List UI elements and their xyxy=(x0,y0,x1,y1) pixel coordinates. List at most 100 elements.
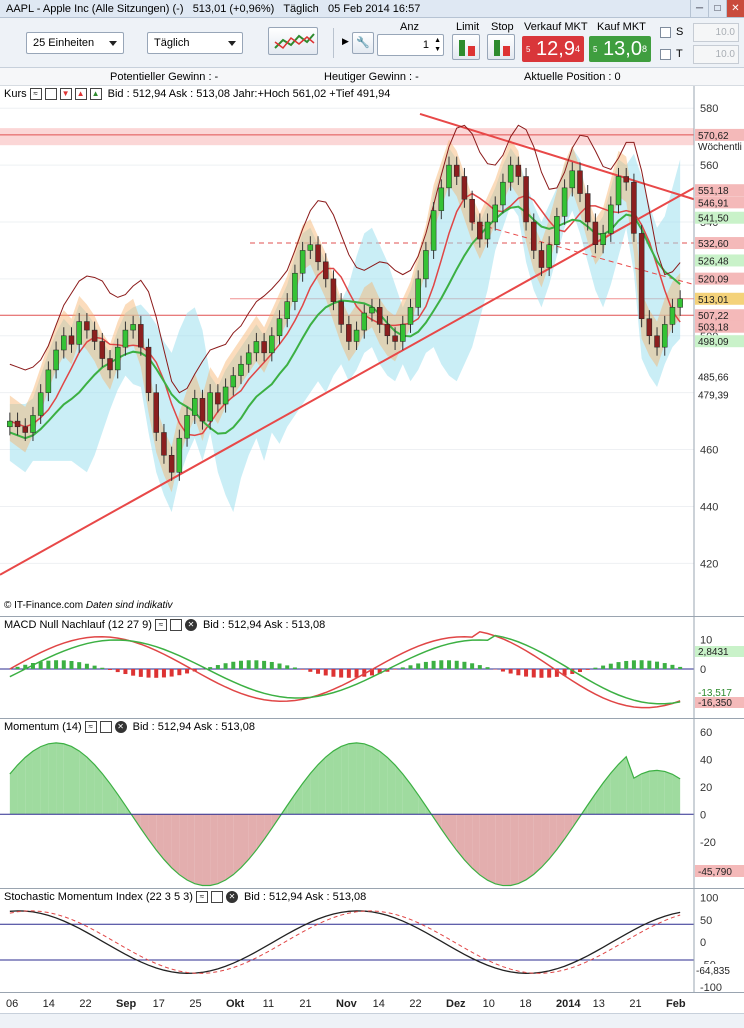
minimize-icon[interactable]: ─ xyxy=(690,0,708,17)
momentum-area xyxy=(194,814,203,886)
x-tick-label: Nov xyxy=(336,998,358,1010)
x-tick-label: Okt xyxy=(226,998,245,1010)
close-icon[interactable]: ✕ xyxy=(726,0,744,17)
momentum-area xyxy=(487,814,496,884)
limit-label: Limit xyxy=(456,21,480,33)
histogram-bar xyxy=(647,660,652,669)
candle-body xyxy=(392,335,398,342)
window-icon[interactable] xyxy=(99,721,112,733)
candle-body xyxy=(207,392,213,422)
momentum-area xyxy=(156,814,164,860)
instrument-name: AAPL - Apple Inc (Alle Sitzungen) (-) xyxy=(6,2,184,15)
stop-order-button[interactable] xyxy=(487,34,515,60)
chevron-down-icon xyxy=(109,41,117,46)
y-tick-label: 0 xyxy=(700,664,706,676)
smi-panel-header: Stochastic Momentum Index (22 3 5 3) ≈ ✕… xyxy=(0,889,371,905)
wrench-icon[interactable]: ≈ xyxy=(84,721,97,733)
buy-price: 13,0 xyxy=(603,37,642,60)
histogram-bar xyxy=(115,669,120,673)
candle-body xyxy=(168,454,175,473)
candle-body xyxy=(315,244,321,263)
momentum-area xyxy=(202,814,211,886)
t-checkbox[interactable] xyxy=(660,49,671,60)
momentum-area xyxy=(649,770,658,815)
candle-body xyxy=(623,176,629,183)
y-tick-label: 0 xyxy=(700,809,706,821)
smi-panel: 100500-50-100-64,835 Stochastic Momentum… xyxy=(0,889,744,993)
candle-body xyxy=(584,193,591,223)
sell-market-button[interactable]: 5 12,9 4 xyxy=(522,36,584,62)
wrench-icon[interactable]: ≈ xyxy=(195,891,208,903)
candle-body xyxy=(114,346,121,371)
candle-body xyxy=(192,398,198,416)
x-tick-label: 13 xyxy=(593,998,605,1010)
momentum-area xyxy=(25,751,33,815)
candle-body xyxy=(91,329,98,342)
histogram-bar xyxy=(208,667,213,669)
s-value: 10.0 xyxy=(715,27,735,38)
momentum-panel-label: Momentum (14) xyxy=(4,721,82,733)
histogram-bar xyxy=(547,669,552,678)
momentum-area xyxy=(171,814,180,875)
price-label: 520,09 xyxy=(698,275,729,286)
close-icon[interactable]: ✕ xyxy=(225,891,238,903)
period-select[interactable]: Täglich xyxy=(147,32,243,54)
stepper-arrows-icon[interactable]: ▲ ▼ xyxy=(434,36,441,54)
candle-body xyxy=(415,278,421,308)
candle-body xyxy=(407,307,414,325)
histogram-bar xyxy=(524,669,529,677)
close-icon[interactable]: ✕ xyxy=(114,721,127,733)
t-value-field[interactable]: 10.0 xyxy=(693,45,739,64)
alert-up-icon[interactable]: ▲ xyxy=(74,88,87,100)
histogram-bar xyxy=(539,669,544,678)
chart-toggle-icon[interactable]: ▲ xyxy=(89,88,102,100)
window-icon[interactable] xyxy=(169,619,182,631)
limit-order-button[interactable] xyxy=(452,34,480,60)
momentum-area xyxy=(40,743,49,815)
time-axis: 06 14 22 Sep 17 25 Okt 11 21 Nov 14 22 Dez 10 18 2014 13… xyxy=(0,993,744,1013)
alert-down-icon[interactable]: ▼ xyxy=(59,88,72,100)
candle-body xyxy=(507,164,514,183)
histogram-bar xyxy=(577,669,582,673)
price-label: 541,50 xyxy=(698,214,729,225)
buy-market-button[interactable]: 5 13,0 8 xyxy=(589,36,651,62)
momentum-area xyxy=(549,814,557,860)
momentum-area xyxy=(641,771,650,815)
units-select[interactable]: 25 Einheiten xyxy=(26,32,124,54)
momentum-area xyxy=(71,746,80,815)
window-icon[interactable] xyxy=(210,891,223,903)
y-tick-label: 0 xyxy=(700,937,706,949)
wrench-icon[interactable]: ≈ xyxy=(29,88,42,100)
candle-body xyxy=(292,272,298,302)
indicator-button[interactable] xyxy=(268,27,318,55)
t-label: T xyxy=(676,48,683,60)
s-value-field[interactable]: 10.0 xyxy=(693,23,739,42)
x-tick-label: 22 xyxy=(79,998,91,1010)
y-tick-label: 100 xyxy=(700,892,718,904)
play-icon[interactable]: ▶ xyxy=(342,36,349,47)
candle-body xyxy=(400,324,406,342)
smi-signal xyxy=(9,910,681,974)
candle-body xyxy=(238,363,244,376)
window-icon[interactable] xyxy=(44,88,57,100)
momentum-area xyxy=(264,814,272,840)
y-tick-label: 560 xyxy=(700,160,718,172)
histogram-bar xyxy=(84,663,89,669)
momentum-area xyxy=(248,814,257,860)
maximize-icon[interactable]: □ xyxy=(708,0,726,17)
s-checkbox[interactable] xyxy=(660,27,671,38)
candle-body xyxy=(230,375,237,388)
close-icon[interactable]: ✕ xyxy=(184,619,197,631)
histogram-bar xyxy=(631,660,636,669)
quantity-stepper[interactable]: 1 ▲ ▼ xyxy=(377,34,444,56)
histogram-bar xyxy=(154,669,159,678)
histogram-bar xyxy=(246,660,251,669)
momentum-area xyxy=(456,814,465,860)
momentum-area xyxy=(333,746,342,815)
momentum-area xyxy=(348,742,357,815)
wrench-icon[interactable]: 🔧 xyxy=(352,32,374,54)
wrench-icon[interactable]: ≈ xyxy=(154,619,167,631)
period-text: Täglich xyxy=(283,2,319,15)
histogram-bar xyxy=(447,660,452,669)
histogram-bar xyxy=(238,660,243,669)
